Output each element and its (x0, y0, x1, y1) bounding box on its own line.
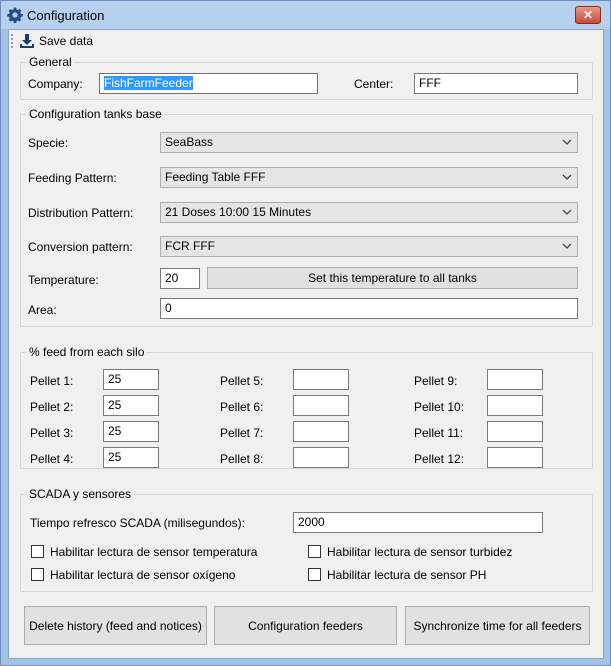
sensor-ph-label[interactable]: Habilitar lectura de sensor PH (327, 568, 486, 582)
feeding-pattern-label: Feeding Pattern: (28, 171, 117, 185)
pellet-label: Pellet 12: (414, 452, 465, 466)
title-bar[interactable]: Configuration ✕ (1, 1, 610, 29)
pellet-11-input[interactable] (487, 421, 543, 442)
chevron-down-icon (562, 139, 572, 145)
configuration-window: Configuration ✕ Save data General Compan… (0, 0, 611, 666)
feeding-pattern-value: Feeding Table FFF (165, 170, 266, 184)
specie-label: Specie: (28, 136, 69, 150)
pellet-label: Pellet 11: (414, 426, 464, 440)
scada-refresh-label: Tiempo refresco SCADA (milisegundos): (30, 516, 245, 530)
window-title: Configuration (27, 8, 105, 23)
center-input[interactable]: FFF (414, 73, 578, 94)
center-label: Center: (354, 77, 394, 91)
save-data-label: Save data (39, 34, 94, 48)
pellet-5-input[interactable] (293, 369, 349, 390)
download-icon (20, 34, 34, 48)
conversion-pattern-label: Conversion pattern: (28, 240, 133, 254)
sensor-turbidity-label[interactable]: Habilitar lectura de sensor turbidez (327, 545, 512, 559)
pellet-label: Pellet 7: (220, 426, 264, 440)
pellet-label: Pellet 9: (414, 374, 458, 388)
pellet-label: Pellet 8: (220, 452, 264, 466)
sensor-oxygen-label[interactable]: Habilitar lectura de sensor oxígeno (50, 568, 235, 582)
conversion-pattern-value: FCR FFF (165, 239, 215, 253)
pellet-label: Pellet 2: (30, 400, 74, 414)
pellet-label: Pellet 10: (414, 400, 465, 414)
pellet-1-input[interactable]: 25 (103, 369, 159, 390)
company-input[interactable]: FishFarmFeeder (99, 73, 318, 94)
toolbar-grip[interactable] (11, 34, 13, 48)
pellet-7-input[interactable] (293, 421, 349, 442)
delete-history-button[interactable]: Delete history (feed and notices) (24, 606, 207, 645)
feeding-pattern-select[interactable]: Feeding Table FFF (160, 167, 578, 188)
pellet-8-input[interactable] (293, 447, 349, 468)
general-group-title: General (27, 55, 74, 69)
specie-select[interactable]: SeaBass (160, 132, 578, 153)
pellet-label: Pellet 1: (30, 374, 74, 388)
toolbar: Save data (9, 30, 603, 52)
area-input[interactable]: 0 (160, 298, 578, 319)
sensor-temperature-checkbox[interactable] (31, 545, 44, 558)
area-label: Area: (28, 303, 57, 317)
silo-group-title: % feed from each silo (27, 345, 147, 359)
specie-value: SeaBass (165, 135, 214, 149)
pellet-2-input[interactable]: 25 (103, 395, 159, 416)
company-value: FishFarmFeeder (104, 76, 193, 90)
company-label: Company: (28, 77, 83, 91)
sensor-ph-checkbox[interactable] (308, 568, 321, 581)
scada-group-title: SCADA y sensores (27, 487, 134, 501)
pellet-10-input[interactable] (487, 395, 543, 416)
pellet-label: Pellet 4: (30, 452, 74, 466)
pellet-3-input[interactable]: 25 (103, 421, 159, 442)
synchronize-time-button[interactable]: Synchronize time for all feeders (405, 606, 590, 645)
temperature-label: Temperature: (28, 273, 99, 287)
pellet-label: Pellet 3: (30, 426, 74, 440)
pellet-12-input[interactable] (487, 447, 543, 468)
client-area: Save data General Company: FishFarmFeede… (8, 29, 604, 659)
tanks-group-title: Configuration tanks base (27, 107, 164, 121)
pellet-9-input[interactable] (487, 369, 543, 390)
scada-refresh-input[interactable]: 2000 (293, 512, 543, 533)
chevron-down-icon (562, 174, 572, 180)
close-button[interactable]: ✕ (575, 6, 601, 24)
temperature-input[interactable]: 20 (160, 268, 200, 289)
conversion-pattern-select[interactable]: FCR FFF (160, 236, 578, 257)
pellet-label: Pellet 5: (220, 374, 264, 388)
sensor-oxygen-checkbox[interactable] (31, 568, 44, 581)
set-temperature-all-button[interactable]: Set this temperature to all tanks (207, 267, 578, 289)
distribution-pattern-label: Distribution Pattern: (28, 206, 134, 220)
distribution-pattern-select[interactable]: 21 Doses 10:00 15 Minutes (160, 202, 578, 223)
chevron-down-icon (562, 209, 572, 215)
pellet-label: Pellet 6: (220, 400, 264, 414)
save-data-button[interactable]: Save data (15, 31, 97, 51)
configuration-feeders-button[interactable]: Configuration feeders (214, 606, 397, 645)
chevron-down-icon (562, 243, 572, 249)
pellet-6-input[interactable] (293, 395, 349, 416)
pellet-4-input[interactable]: 25 (103, 447, 159, 468)
gear-icon (7, 7, 23, 23)
sensor-temperature-label[interactable]: Habilitar lectura de sensor temperatura (50, 545, 257, 559)
distribution-pattern-value: 21 Doses 10:00 15 Minutes (165, 205, 312, 219)
sensor-turbidity-checkbox[interactable] (308, 545, 321, 558)
